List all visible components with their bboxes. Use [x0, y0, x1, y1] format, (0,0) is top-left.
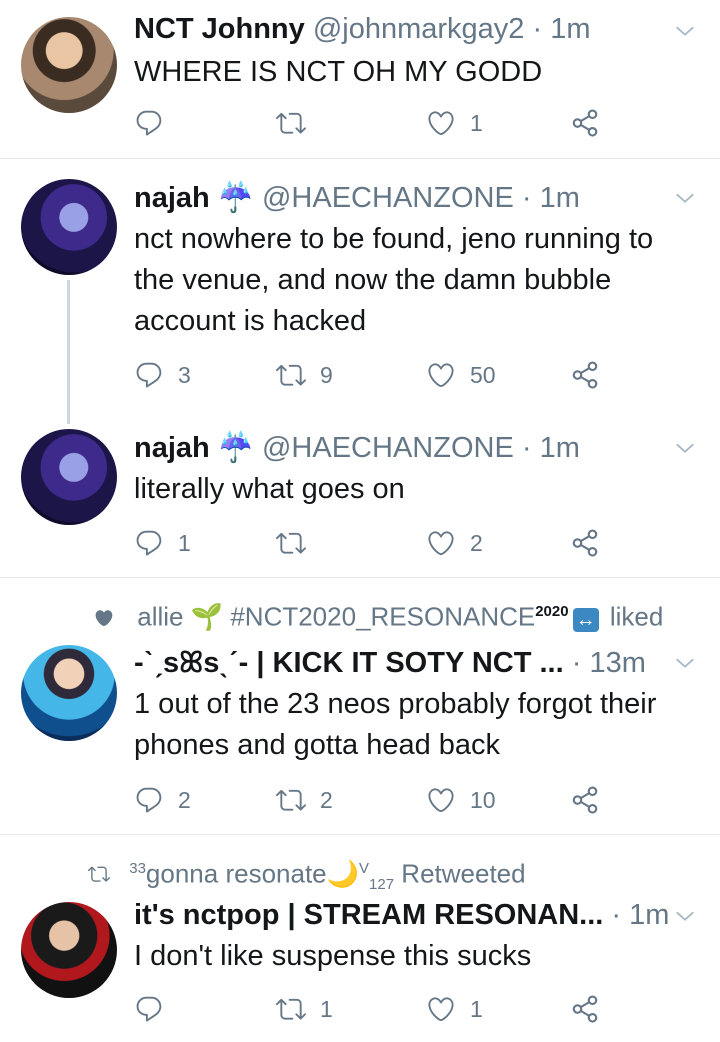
timestamp: 1m [550, 13, 591, 45]
share-button[interactable] [570, 783, 600, 817]
share-icon [570, 360, 600, 390]
retweet-icon [276, 994, 306, 1024]
umbrella-emoji: ☔ [217, 182, 254, 214]
reply-button[interactable] [134, 106, 178, 140]
author-handle[interactable]: @HAECHANZONE [262, 182, 514, 214]
share-button[interactable] [570, 992, 600, 1026]
tweet-text: I don't like suspense this sucks [134, 940, 532, 972]
heart-filled-icon [94, 602, 114, 636]
reply-button[interactable]: 3 [134, 358, 191, 392]
avatar[interactable] [21, 645, 117, 741]
reply-button[interactable] [134, 992, 178, 1026]
like-button[interactable]: 1 [426, 992, 483, 1026]
reply-icon [134, 785, 164, 815]
chevron-down-icon[interactable] [674, 187, 696, 209]
timestamp: 1m [629, 899, 670, 931]
timestamp: 13m [589, 647, 646, 679]
reply-button[interactable]: 2 [134, 783, 191, 817]
share-button[interactable] [570, 526, 600, 560]
share-icon [570, 108, 600, 138]
author-name[interactable]: najah [134, 432, 210, 464]
retweet-button[interactable]: 2 [276, 783, 333, 817]
tweet-text: WHERE IS NCT OH MY GODD [134, 56, 543, 88]
retweet-icon [88, 859, 110, 893]
seedling-emoji: 🌱 [190, 601, 224, 632]
author-name[interactable]: -ˋˏsꕤsˎˊ- | KICK IT SOTY NCT ... [134, 647, 564, 679]
retweet-icon [276, 108, 306, 138]
author-name[interactable]: najah [134, 182, 210, 214]
avatar[interactable] [21, 17, 117, 113]
author-name[interactable]: NCT Johnny [134, 13, 305, 45]
social-context: allie 🌱 #NCT2020_RESONANCE2020 ↔ liked [0, 595, 720, 636]
moon-emoji: 🌙 [326, 858, 360, 889]
reply-icon [134, 528, 164, 558]
chevron-down-icon[interactable] [674, 652, 696, 674]
tweet-1[interactable]: NCT Johnny @johnmarkgay2 · 1m WHERE IS N… [0, 0, 720, 158]
chevron-down-icon[interactable] [674, 905, 696, 927]
social-user[interactable]: allie [137, 602, 183, 632]
avatar[interactable] [21, 902, 117, 998]
author-handle[interactable]: @HAECHANZONE [262, 432, 514, 464]
heart-icon [426, 108, 456, 138]
tweet-text: literally what goes on [134, 473, 405, 505]
retweet-icon [276, 360, 306, 390]
heart-icon [426, 360, 456, 390]
tweet-2[interactable]: najah ☔ @HAECHANZONE · 1m nct nowhere to… [0, 159, 720, 409]
tweet-text: 1 out of the 23 neos probably forgot the… [134, 688, 657, 761]
tweet-5[interactable]: 33gonna resonate🌙V127 Retweeted it's nct… [0, 835, 720, 1042]
chevron-down-icon[interactable] [674, 20, 696, 42]
retweet-icon [276, 528, 306, 558]
reply-icon [134, 360, 164, 390]
reply-icon [134, 994, 164, 1024]
like-button[interactable]: 10 [426, 783, 496, 817]
like-button[interactable]: 50 [426, 358, 496, 392]
share-icon [570, 528, 600, 558]
heart-icon [426, 785, 456, 815]
author-handle[interactable]: @johnmarkgay2 [313, 13, 525, 45]
retweet-button[interactable]: 1 [276, 992, 333, 1026]
timestamp: 1m [539, 432, 580, 464]
share-icon [570, 994, 600, 1024]
tweet-text: nct nowhere to be found, jeno running to… [134, 223, 654, 337]
retweet-button[interactable]: 9 [276, 358, 333, 392]
timestamp: 1m [539, 182, 580, 214]
share-button[interactable] [570, 358, 600, 392]
heart-icon [426, 994, 456, 1024]
social-action: Retweeted [401, 858, 526, 889]
like-button[interactable]: 2 [426, 526, 483, 560]
social-user[interactable]: gonna resonate [146, 859, 327, 889]
like-button[interactable]: 1 [426, 106, 483, 140]
share-icon [570, 785, 600, 815]
share-button[interactable] [570, 106, 600, 140]
retweet-button[interactable] [276, 106, 320, 140]
reply-button[interactable]: 1 [134, 526, 191, 560]
retweet-button[interactable] [276, 526, 320, 560]
tweet-3[interactable]: najah ☔ @HAECHANZONE · 1m literally what… [0, 409, 720, 577]
social-context: 33gonna resonate🌙V127 Retweeted [0, 852, 720, 902]
left-right-arrow-emoji: ↔ [572, 607, 599, 632]
umbrella-emoji: ☔ [217, 432, 254, 464]
avatar[interactable] [21, 429, 117, 525]
social-hashtag[interactable]: #NCT2020_RESONANCE [230, 602, 535, 632]
tweet-4[interactable]: allie 🌱 #NCT2020_RESONANCE2020 ↔ liked -ˋ… [0, 578, 720, 834]
social-action: liked [609, 601, 664, 632]
avatar[interactable] [21, 179, 117, 275]
author-name[interactable]: it's nctpop | STREAM RESONAN... [134, 899, 603, 931]
retweet-icon [276, 785, 306, 815]
heart-icon [426, 528, 456, 558]
reply-icon [134, 108, 164, 138]
chevron-down-icon[interactable] [674, 437, 696, 459]
